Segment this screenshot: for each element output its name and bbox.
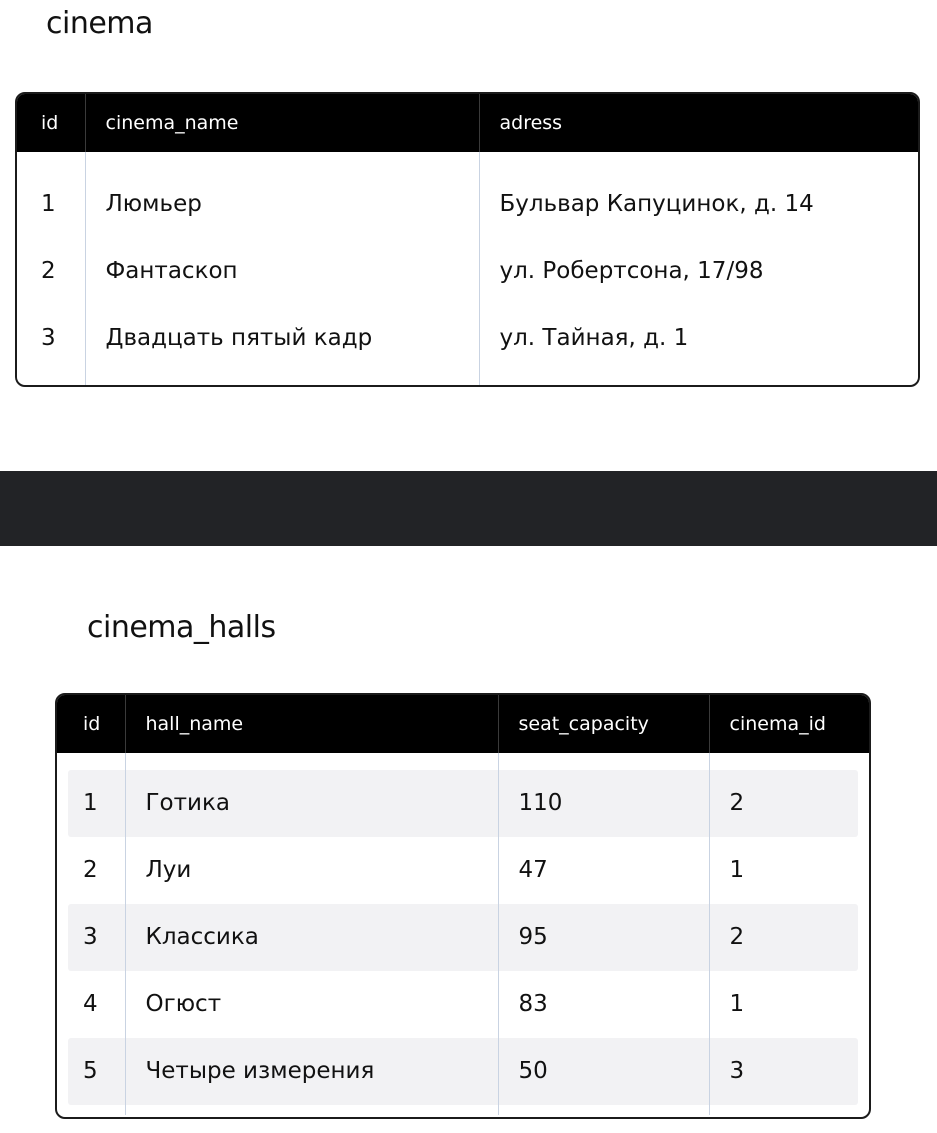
page: cinema id cinema_name adress 1 Люмьер Бу… xyxy=(0,0,937,1133)
column-header-id: id xyxy=(17,94,85,152)
table-row: 4 Огюст 83 1 xyxy=(57,970,869,1037)
table-row: 3 Двадцать пятый кадр ул. Тайная, д. 1 xyxy=(17,304,918,371)
cell-cinema-name: Люмьер xyxy=(84,170,479,237)
cell-seat-capacity: 83 xyxy=(497,970,709,1037)
column-header-cinema-name: cinema_name xyxy=(84,94,479,152)
cinema-table: id cinema_name adress 1 Люмьер Бульвар К… xyxy=(15,92,920,387)
section-divider-band xyxy=(0,471,937,546)
cell-cinema-id: 2 xyxy=(708,769,869,836)
table-row: 2 Луи 47 1 xyxy=(57,836,869,903)
cell-hall-name: Четыре измерения xyxy=(124,1037,498,1104)
cell-seat-capacity: 50 xyxy=(497,1037,709,1104)
column-header-cinema-id: cinema_id xyxy=(708,695,869,753)
table-row: 3 Классика 95 2 xyxy=(57,903,869,970)
cell-cinema-name: Двадцать пятый кадр xyxy=(84,304,479,371)
cell-id: 4 xyxy=(83,990,98,1017)
cell-cinema-id: 1 xyxy=(708,970,869,1037)
cell-id: 3 xyxy=(41,324,56,351)
cell-cinema-id: 1 xyxy=(708,836,869,903)
cell-hall-name: Классика xyxy=(124,903,498,970)
cell-cinema-name: Фантаскоп xyxy=(84,237,479,304)
cell-cinema-id: 3 xyxy=(708,1037,869,1104)
table-title-cinema: cinema xyxy=(46,6,153,41)
cell-id: 1 xyxy=(41,190,56,217)
cell-id: 2 xyxy=(83,856,98,883)
cell-adress: ул. Тайная, д. 1 xyxy=(478,304,918,371)
column-header-adress: adress xyxy=(478,94,918,152)
cell-hall-name: Луи xyxy=(124,836,498,903)
table-header-row: id cinema_name adress xyxy=(17,94,918,152)
cell-cinema-id: 2 xyxy=(708,903,869,970)
cell-seat-capacity: 110 xyxy=(497,769,709,836)
cell-hall-name: Огюст xyxy=(124,970,498,1037)
cell-id: 2 xyxy=(41,257,56,284)
table-title-cinema-halls: cinema_halls xyxy=(87,610,276,645)
cell-adress: Бульвар Капуцинок, д. 14 xyxy=(478,170,918,237)
cell-id: 3 xyxy=(83,923,98,950)
column-header-id: id xyxy=(57,695,125,753)
table-header-row: id hall_name seat_capacity cinema_id xyxy=(57,695,869,753)
cell-id: 1 xyxy=(83,789,98,816)
cell-adress: ул. Робертсона, 17/98 xyxy=(478,237,918,304)
cell-seat-capacity: 47 xyxy=(497,836,709,903)
cell-id: 5 xyxy=(83,1057,98,1084)
cell-hall-name: Готика xyxy=(124,769,498,836)
table-row: 1 Люмьер Бульвар Капуцинок, д. 14 xyxy=(17,170,918,237)
table-row: 5 Четыре измерения 50 3 xyxy=(57,1037,869,1104)
table-row: 2 Фантаскоп ул. Робертсона, 17/98 xyxy=(17,237,918,304)
column-header-seat-capacity: seat_capacity xyxy=(497,695,709,753)
table-row: 1 Готика 110 2 xyxy=(57,769,869,836)
cell-seat-capacity: 95 xyxy=(497,903,709,970)
cinema-halls-table: id hall_name seat_capacity cinema_id 1 Г… xyxy=(55,693,871,1119)
column-header-hall-name: hall_name xyxy=(124,695,498,753)
